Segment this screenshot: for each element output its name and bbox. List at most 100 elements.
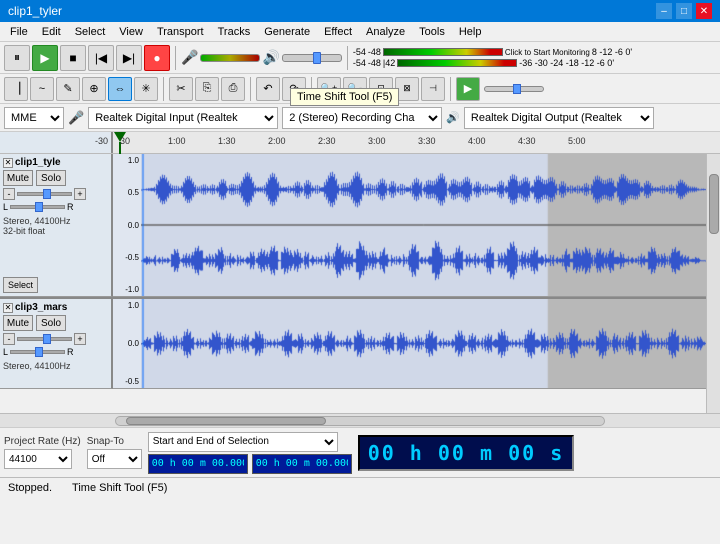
stop-button[interactable]: ■	[60, 45, 86, 71]
track2-gain-slider[interactable]	[17, 337, 72, 341]
big-time-display: 00 h 00 m 00 s	[358, 435, 575, 471]
time-100: 1:00	[168, 136, 186, 146]
cut-button[interactable]: ✂	[169, 77, 193, 101]
track1-mute-button[interactable]: Mute	[3, 170, 33, 186]
minimize-button[interactable]: –	[656, 3, 672, 19]
zoom-in-tool-button[interactable]: ⊕	[82, 77, 106, 101]
track1-gain-slider[interactable]	[17, 192, 72, 196]
undo-button[interactable]: ↶	[256, 77, 280, 101]
transport-toolbar: ⏸ ▶ ■ |◀ ▶| ● 🎤 🔊 -54-48 Click to Start …	[0, 42, 720, 74]
play-speed-slider[interactable]	[484, 86, 544, 92]
time-400: 4:00	[468, 136, 486, 146]
track-row-2: ✕ clip3_mars Mute Solo - + L	[0, 299, 706, 389]
tools-toolbar: ▕ ~ ✎ ⊕ ⇔ ✳ ✂ ⎘ ⎙ ↶ ↷ 🔍+ 🔍- ⊡ ⊠ ⊣ ▶ Time…	[0, 74, 720, 104]
track1-scale: 1.0 0.5 0.0 -0.5 -1.0	[113, 154, 141, 296]
vertical-scrollbar[interactable]	[706, 154, 720, 413]
h-scroll-track[interactable]	[115, 416, 605, 426]
track2-gain-plus[interactable]: +	[74, 333, 86, 345]
scale2-3: 0.0	[113, 339, 141, 348]
menu-help[interactable]: Help	[453, 25, 488, 39]
title-bar: clip1_tyler – □ ✕	[0, 0, 720, 22]
speaker-icon: 🔊	[262, 49, 279, 66]
close-button[interactable]: ✕	[696, 3, 712, 19]
menu-effect[interactable]: Effect	[318, 25, 358, 39]
track1-select-button[interactable]: Select	[3, 277, 38, 293]
track1-l-label: L	[3, 202, 8, 212]
timeshift-tool-button[interactable]: ⇔	[108, 77, 132, 101]
time-300: 3:00	[368, 136, 386, 146]
edit-separator	[250, 77, 251, 101]
status-bar: Stopped. Time Shift Tool (F5)	[0, 477, 720, 497]
menu-generate[interactable]: Generate	[258, 25, 316, 39]
menu-analyze[interactable]: Analyze	[360, 25, 411, 39]
menu-transport[interactable]: Transport	[151, 25, 210, 39]
h-scroll-thumb[interactable]	[126, 417, 326, 425]
selection-tool-button[interactable]: ▕	[4, 77, 28, 101]
menu-edit[interactable]: Edit	[36, 25, 67, 39]
track2-mute-button[interactable]: Mute	[3, 315, 33, 331]
maximize-button[interactable]: □	[676, 3, 692, 19]
paste-button[interactable]: ⎙	[221, 77, 245, 101]
output-device-select[interactable]: Realtek Digital Output (Realtek	[464, 107, 654, 129]
audio-system-select[interactable]: MME	[4, 107, 64, 129]
time-neg30: -30	[95, 136, 108, 146]
channels-select[interactable]: 2 (Stereo) Recording Cha	[282, 107, 442, 129]
selection-times	[148, 454, 352, 474]
track2-canvas	[141, 299, 706, 388]
menu-tracks[interactable]: Tracks	[212, 25, 257, 39]
project-rate-select[interactable]: 44100	[4, 449, 72, 469]
horizontal-scrollbar[interactable]	[0, 413, 720, 427]
skip-start-button[interactable]: |◀	[88, 45, 114, 71]
skip-end-button[interactable]: ▶|	[116, 45, 142, 71]
zoom-full-button[interactable]: ⊣	[421, 77, 445, 101]
scale2-5: -0.5	[113, 377, 141, 386]
selection-type-select[interactable]: Start and End of Selection	[148, 432, 338, 452]
window-title: clip1_tyler	[8, 4, 656, 18]
input-device-select[interactable]: Realtek Digital Input (Realtek	[88, 107, 278, 129]
track2-l-label: L	[3, 347, 8, 357]
track2-solo-button[interactable]: Solo	[36, 315, 66, 331]
track2-pan-slider[interactable]	[10, 350, 65, 354]
copy-button[interactable]: ⎘	[195, 77, 219, 101]
track2-pan-row: L R	[3, 347, 108, 357]
menu-file[interactable]: File	[4, 25, 34, 39]
record-button[interactable]: ●	[144, 45, 170, 71]
track2-close-button[interactable]: ✕	[3, 303, 13, 313]
track2-waveform[interactable]: 1.0 0.0 -0.5	[113, 299, 706, 389]
menu-view[interactable]: View	[113, 25, 149, 39]
time-130: 1:30	[218, 136, 236, 146]
track1-pan-slider[interactable]	[10, 205, 65, 209]
snap-to-select[interactable]: Off	[87, 449, 142, 469]
track2-mute-solo: Mute Solo	[3, 315, 108, 331]
track2-gain-minus[interactable]: -	[3, 333, 15, 345]
selection-start-input[interactable]	[148, 454, 248, 474]
track1-gain-plus[interactable]: +	[74, 188, 86, 200]
scale1-2: 0.5	[113, 188, 141, 197]
multi-tool-button[interactable]: ✳	[134, 77, 158, 101]
track1-mute-solo: Mute Solo	[3, 170, 108, 186]
track2-gain-row: - +	[3, 333, 108, 345]
track1-waveform[interactable]: 1.0 0.5 0.0 -0.5 -1.0	[113, 154, 706, 297]
v-scroll-thumb[interactable]	[709, 174, 719, 234]
track2-info: Stereo, 44100Hz	[3, 361, 108, 371]
window-controls: – □ ✕	[656, 3, 712, 19]
pause-button[interactable]: ⏸	[4, 45, 30, 71]
tracks-list: ✕ clip1_tyle Mute Solo - + L	[0, 154, 706, 413]
track1-close-button[interactable]: ✕	[3, 158, 13, 168]
mic-icon: 🎤	[181, 49, 198, 66]
play-speed-button[interactable]: ▶	[456, 77, 480, 101]
track2-name: clip3_mars	[15, 302, 67, 313]
draw-tool-button[interactable]: ✎	[56, 77, 80, 101]
track1-solo-button[interactable]: Solo	[36, 170, 66, 186]
play-button[interactable]: ▶	[32, 45, 58, 71]
tools-separator	[163, 77, 164, 101]
output-volume-slider[interactable]	[282, 54, 342, 62]
track1-gain-minus[interactable]: -	[3, 188, 15, 200]
track1-select-row: Select	[3, 277, 38, 293]
selection-end-input[interactable]	[252, 454, 352, 474]
envelope-tool-button[interactable]: ~	[30, 77, 54, 101]
track-area: -30 30 1:00 1:30 2:00 2:30 3:00 3:30 4:0…	[0, 132, 720, 427]
time-200: 2:00	[268, 136, 286, 146]
menu-tools[interactable]: Tools	[413, 25, 451, 39]
menu-select[interactable]: Select	[69, 25, 112, 39]
